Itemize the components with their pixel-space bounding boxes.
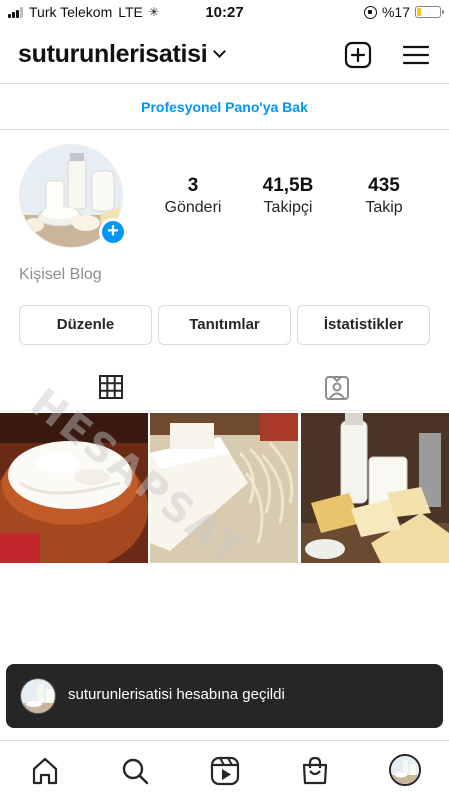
post-thumbnail-2[interactable] [150, 413, 298, 563]
post-thumbnail-3[interactable] [301, 413, 449, 563]
tabs-divider [0, 410, 449, 411]
profile-avatar-icon [391, 756, 419, 784]
battery-level [417, 8, 421, 16]
profile-avatar-wrap[interactable]: + [19, 144, 127, 248]
toast-avatar [20, 678, 56, 714]
nav-home[interactable] [29, 755, 61, 787]
add-story-button[interactable]: + [99, 218, 127, 246]
search-icon [122, 758, 149, 785]
orientation-lock-icon [363, 5, 377, 19]
status-bar: Turk Telekom LTE ✳ 10:27 %17 [0, 0, 449, 24]
stat-followers-label: Takipçi [263, 199, 313, 216]
nav-profile[interactable] [389, 754, 421, 786]
bottom-navigation [0, 740, 449, 800]
promotions-button[interactable]: Tanıtımlar [158, 305, 291, 345]
stat-followers[interactable]: 41,5B Takipçi [233, 175, 343, 217]
profile-action-buttons: Düzenle Tanıtımlar İstatistikler [19, 305, 430, 345]
stat-followers-value: 41,5B [262, 175, 314, 196]
stat-following[interactable]: 435 Takip [329, 175, 439, 217]
battery-icon [415, 6, 444, 18]
profile-header: suturunlerisatisi [0, 28, 449, 84]
tagged-icon [325, 376, 349, 400]
battery-percent: %17 [381, 4, 410, 20]
add-square-icon [344, 41, 372, 69]
professional-dashboard-link[interactable]: Profesyonel Pano'ya Bak [0, 85, 449, 130]
post-thumbnail-1[interactable] [0, 413, 148, 563]
stat-posts-value: 3 [187, 175, 199, 196]
account-switched-toast: suturunlerisatisi hesabına geçildi [6, 664, 443, 728]
stat-posts-label: Gönderi [164, 199, 222, 216]
reels-icon [210, 756, 240, 786]
shop-icon [302, 756, 328, 785]
edit-profile-button[interactable]: Düzenle [19, 305, 152, 345]
tab-posts-grid[interactable] [0, 365, 224, 411]
username: suturunlerisatisi [18, 40, 208, 68]
home-icon [32, 757, 58, 785]
account-switcher[interactable]: suturunlerisatisi [18, 40, 227, 69]
chevron-down-icon [213, 45, 227, 58]
stat-posts[interactable]: 3 Gönderi [138, 175, 248, 217]
status-right: %17 [363, 4, 444, 20]
nav-reels[interactable] [209, 755, 241, 787]
menu-icon [402, 45, 430, 65]
insights-button[interactable]: İstatistikler [297, 305, 430, 345]
toast-message: suturunlerisatisi hesabına geçildi [68, 686, 285, 703]
posts-grid [0, 413, 449, 563]
nav-shop[interactable] [299, 755, 331, 787]
create-button[interactable] [343, 40, 373, 70]
menu-button[interactable] [401, 40, 431, 70]
nav-search[interactable] [119, 755, 151, 787]
profile-category: Kişisel Blog [19, 266, 102, 283]
stat-following-label: Takip [365, 199, 403, 216]
grid-icon [99, 375, 123, 399]
stat-following-value: 435 [368, 175, 400, 196]
profile-tabs [0, 365, 449, 411]
white-cheese-image [150, 413, 298, 563]
tab-tagged[interactable] [225, 365, 449, 411]
yogurt-bowl-image [0, 413, 148, 563]
milk-and-cheese-image [301, 413, 449, 563]
